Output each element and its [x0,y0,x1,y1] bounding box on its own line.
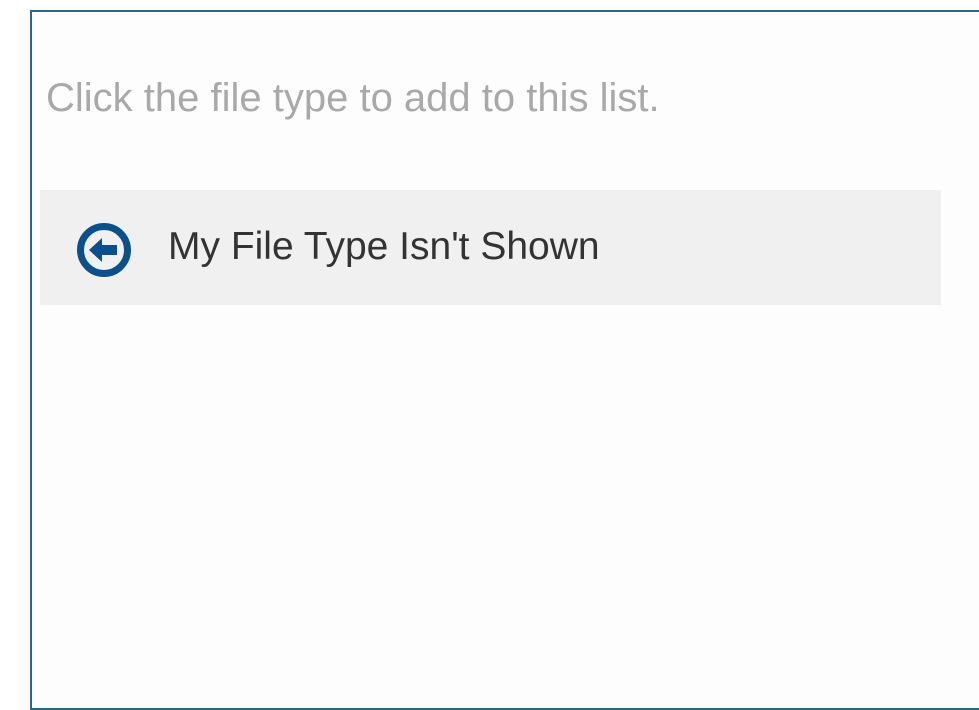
arrow-left-circle-icon [76,222,132,278]
list-item-label: My File Type Isn't Shown [168,225,600,268]
file-type-list: My File Type Isn't Shown [40,190,941,305]
file-type-panel: Click the file type to add to this list.… [30,10,979,710]
list-item-file-type-not-shown[interactable]: My File Type Isn't Shown [40,190,941,305]
instructions-text: Click the file type to add to this list. [46,76,660,120]
